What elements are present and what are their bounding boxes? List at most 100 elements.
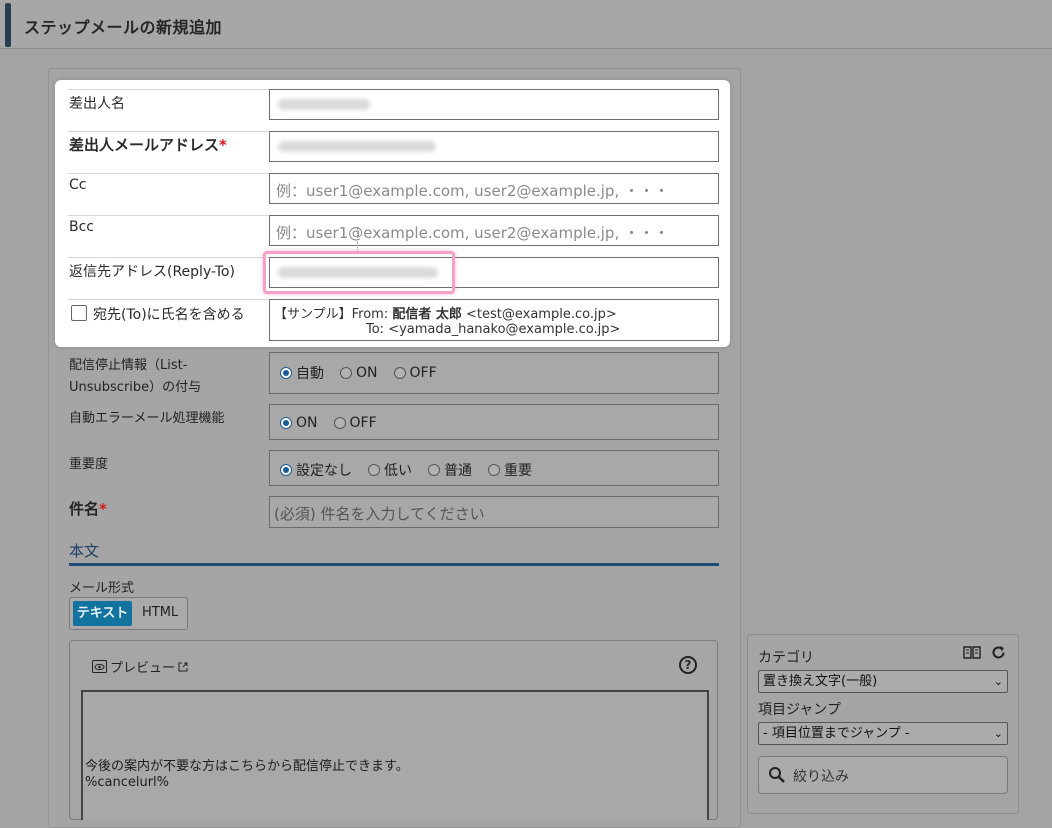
radio-none-label: 設定なし [296, 463, 352, 479]
radio-button[interactable] [393, 367, 406, 379]
radio-button[interactable] [368, 464, 380, 476]
radio-on-label: ON [356, 365, 378, 381]
row-divider [68, 215, 269, 216]
bcc-input[interactable]: 例：user1@example.com, user2@example.jp, ・… [269, 215, 719, 246]
bcc-placeholder: 例：user1@example.com, user2@example.jp, ・… [276, 224, 669, 242]
format-html-button[interactable]: HTML [142, 605, 178, 620]
body-textarea[interactable]: 今後の案内が不要な方はこちらから配信停止できます。 %cancelurl% [81, 690, 709, 820]
cc-label: Cc [69, 177, 87, 193]
radio-button[interactable] [280, 367, 292, 379]
sender-email-input[interactable] [269, 131, 719, 162]
required-mark: * [219, 136, 227, 154]
redacted-value [278, 99, 370, 110]
radio-on[interactable]: ON [340, 363, 378, 383]
sender-email-label: 差出人メールアドレス* [69, 134, 227, 155]
row-divider [68, 173, 269, 174]
insert-tag-panel: カテゴリ 置き換え文字(一般) ⌄ 項目ジャンプ - 項目位置までジャンプ - ⌄ … [747, 634, 1019, 814]
filter-placeholder: 絞り込み [793, 769, 849, 785]
radio-button[interactable] [428, 464, 440, 476]
section-divider [69, 563, 719, 566]
name-sample-box: 【サンプル】From: 配信者 太郎 <test@example.co.jp> … [269, 299, 719, 341]
highlighted-panel: 差出人名 差出人メールアドレス* Cc 例：user1@example.com,… [55, 80, 730, 347]
page-title: ステップメールの新規追加 [24, 18, 223, 37]
row-divider [68, 131, 269, 132]
category-select-value: 置き換え文字(一般) [763, 674, 878, 689]
search-icon [769, 767, 785, 783]
dictionary-icon[interactable] [963, 645, 981, 660]
required-mark: * [99, 500, 107, 518]
radio-on-label: ON [296, 415, 318, 431]
radio-button[interactable] [280, 417, 292, 429]
radio-button[interactable] [340, 367, 352, 379]
radio-off[interactable]: OFF [333, 415, 377, 431]
mail-format-toggle: テキスト HTML [69, 597, 188, 630]
auto-error-label: 自動エラーメール処理機能 [69, 411, 225, 426]
sender-name-label: 差出人名 [69, 96, 125, 112]
header-accent-bar [5, 3, 11, 47]
radio-auto-label: 自動 [296, 366, 324, 382]
cc-input[interactable]: 例：user1@example.com, user2@example.jp, ・… [269, 173, 719, 204]
radio-none[interactable]: 設定なし [280, 460, 352, 480]
importance-options: 設定なし 低い 普通 重要 [269, 450, 719, 486]
radio-button[interactable] [333, 417, 346, 429]
jump-select-value: - 項目位置までジャンプ - [763, 726, 910, 741]
radio-off[interactable]: OFF [393, 363, 437, 383]
body-text-line: 今後の案内が不要な方はこちらから配信停止できます。 [85, 759, 409, 774]
jump-select[interactable]: - 項目位置までジャンプ - ⌄ [758, 722, 1008, 745]
radio-button[interactable] [488, 464, 500, 476]
include-name-checkbox[interactable] [71, 305, 87, 321]
sample-from-name: 配信者 太郎 [392, 307, 462, 322]
radio-high-label: 重要 [504, 463, 532, 479]
list-unsubscribe-options: 自動 ON OFF [269, 352, 719, 394]
auto-error-options: ON OFF [269, 404, 719, 440]
importance-label: 重要度 [69, 457, 109, 472]
radio-off-label: OFF [409, 365, 437, 381]
sender-email-label-text: 差出人メールアドレス [69, 136, 220, 154]
radio-off-label: OFF [349, 415, 377, 431]
radio-normal[interactable]: 普通 [428, 460, 472, 480]
radio-auto[interactable]: 自動 [280, 363, 324, 383]
subject-placeholder: (必須) 件名を入力してください [274, 505, 485, 523]
preview-label: プレビュー [110, 661, 176, 676]
row-divider [68, 257, 269, 258]
list-unsubscribe-label-line1: 配信停止情報（List- [69, 358, 188, 373]
subject-label-text: 件名 [69, 500, 100, 518]
subject-label: 件名* [69, 498, 107, 519]
external-link-icon [178, 662, 188, 671]
row-divider [68, 89, 269, 90]
reply-to-label: 返信先アドレス(Reply-To) [69, 264, 235, 280]
sample-prefix: 【サンプル】From: [274, 307, 389, 322]
row-divider [68, 299, 269, 300]
radio-button[interactable] [280, 464, 292, 476]
subject-input[interactable]: (必須) 件名を入力してください [269, 496, 719, 528]
radio-low[interactable]: 低い [368, 460, 412, 480]
filter-input[interactable]: 絞り込み [758, 756, 1008, 794]
help-icon[interactable]: ? [679, 656, 697, 674]
category-label: カテゴリ [758, 650, 814, 666]
preview-link[interactable]: プレビュー [92, 657, 188, 676]
radio-normal-label: 普通 [444, 463, 472, 479]
sample-from-address: <test@example.co.jp> [466, 307, 617, 322]
format-text-button[interactable]: テキスト [73, 601, 132, 626]
list-unsubscribe-label-line2: Unsubscribe）の付与 [69, 380, 202, 395]
reply-to-highlight [263, 251, 455, 294]
body-editor: プレビュー ? 今後の案内が不要な方はこちらから配信停止できます。 %cance… [69, 640, 718, 820]
highlight-connector [357, 228, 358, 252]
chevron-down-icon: ⌄ [993, 675, 1003, 688]
sample-from-line: 【サンプル】From: 配信者 太郎 <test@example.co.jp> [274, 303, 617, 322]
sample-to-line: To: <yamada_hanako@example.co.jp> [366, 322, 621, 337]
jump-label: 項目ジャンプ [758, 702, 841, 718]
body-section-title: 本文 [69, 542, 100, 560]
body-text-line: %cancelurl% [85, 775, 170, 790]
radio-on[interactable]: ON [280, 415, 318, 431]
radio-high[interactable]: 重要 [488, 460, 532, 480]
category-select[interactable]: 置き換え文字(一般) ⌄ [758, 670, 1008, 693]
list-unsubscribe-label: 配信停止情報（List- Unsubscribe）の付与 [69, 354, 201, 395]
radio-low-label: 低い [384, 463, 412, 479]
eye-icon [92, 660, 107, 673]
include-name-label[interactable]: 宛先(To)に氏名を含める [93, 304, 245, 324]
cc-placeholder: 例：user1@example.com, user2@example.jp, ・… [276, 182, 669, 200]
refresh-icon[interactable] [991, 645, 1006, 660]
redacted-value [278, 141, 436, 152]
sender-name-input[interactable] [269, 89, 719, 120]
